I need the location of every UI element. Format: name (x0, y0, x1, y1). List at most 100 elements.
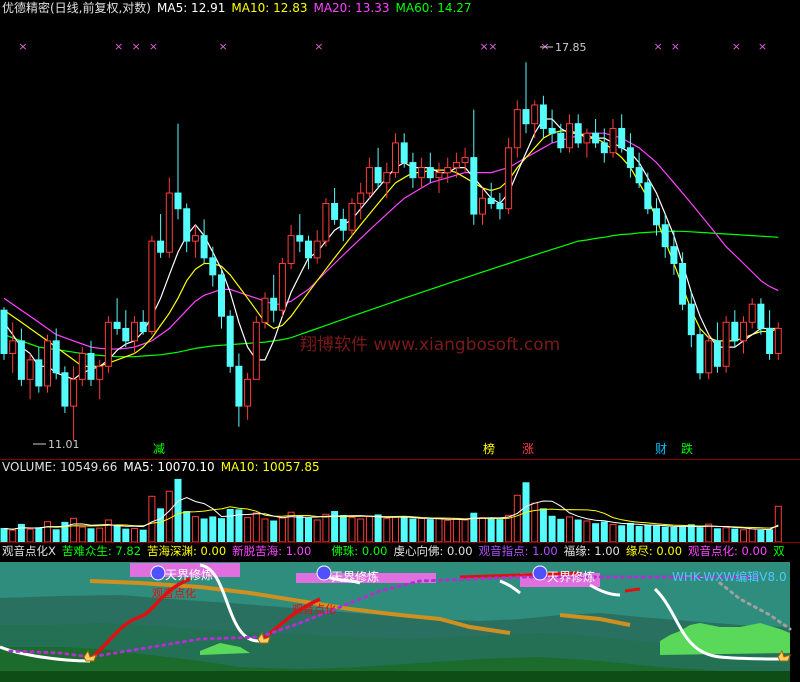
candle-body (87, 352, 95, 380)
candle-body (609, 127, 617, 154)
volume-bar (774, 505, 782, 543)
volume-bar (679, 525, 687, 543)
candle-body (766, 327, 774, 354)
candle-body (104, 321, 112, 367)
candle-body (705, 340, 713, 374)
tianjie-label-2: 天界修炼 (331, 569, 379, 584)
candle-body (531, 104, 539, 125)
ma20-label: MA20: 13.33 (313, 1, 390, 15)
candle-body (0, 309, 8, 354)
candle-body (78, 352, 86, 380)
candle-body (365, 167, 373, 194)
volume-bar (278, 517, 286, 543)
volume-bar (418, 517, 426, 543)
tianjie-label-1: 天界修炼 (165, 567, 213, 582)
guanyin-label-1: 观音点化 (152, 586, 196, 600)
cross-marker: × (314, 40, 323, 53)
candle-body (496, 202, 504, 210)
candle-body (479, 197, 486, 215)
candle-body (635, 167, 643, 184)
candle-body (113, 321, 121, 329)
indicator-chart[interactable]: 天界修炼 天界修炼 天界修炼 观音点化 观音点化 WHK-WXW编辑V8.0 (0, 543, 800, 682)
volume-bar (17, 523, 25, 543)
indicator-item: 虔心向佛: 0.00 (393, 544, 473, 558)
low-price-label: 11.01 (48, 438, 80, 451)
candle-body (218, 274, 225, 317)
tag-zhang: 涨 (522, 441, 534, 456)
volume-bar (122, 528, 130, 543)
volume-bar (305, 517, 312, 543)
candle-body (574, 123, 582, 144)
volume-bar (583, 520, 591, 543)
red-line-4 (624, 587, 641, 593)
indicator-item: 福缘: 1.00 (563, 544, 620, 558)
candle-body (287, 235, 295, 264)
volume-bar (0, 527, 8, 543)
volume-bar (339, 515, 347, 543)
volume-bar (165, 490, 173, 543)
volume-bar (705, 523, 713, 543)
candle-body (70, 378, 78, 407)
volume-bar (722, 527, 730, 543)
candle-body (409, 162, 417, 179)
volume-bar (78, 526, 86, 543)
candle-body (278, 262, 286, 311)
volume-bar (70, 517, 78, 543)
volume-bar (409, 518, 417, 543)
volume-bar (139, 529, 147, 543)
price-header: 优德精密(日线,前复权,对数) MA5: 12.91 MA10: 12.83 MA20… (2, 1, 478, 15)
cross-marker: × (149, 40, 158, 53)
volume-bar (383, 518, 391, 543)
volume-bar (44, 521, 51, 543)
volume-bar (9, 529, 17, 543)
indicator-item: 苦难众生: 7.82 (61, 544, 142, 558)
candle-body (244, 378, 252, 407)
cross-marker: × (219, 40, 228, 53)
volume-bar (131, 527, 138, 543)
candle-body (513, 109, 521, 149)
volume-bar (244, 517, 252, 543)
candlestick-chart[interactable]: 翔博软件 www.xiangbosoft.com × × × × × × × × × × × × × 1… (0, 0, 800, 460)
candle-body (44, 340, 51, 387)
candle-body (731, 321, 739, 342)
candle-body (313, 240, 321, 259)
candle-body (348, 202, 356, 231)
ma5-label: MA5: 12.91 (157, 1, 226, 15)
candle-body (165, 192, 173, 253)
candle-body (653, 208, 660, 226)
indicator-item: 观音指点: 1.00 (478, 544, 558, 558)
candle-body (452, 162, 460, 169)
price-panel[interactable]: 翔博软件 www.xiangbosoft.com × × × × × × × × × × × × × 1… (0, 0, 800, 460)
candle-body (435, 172, 443, 179)
volume-bar (357, 518, 365, 543)
volume-bar (696, 527, 704, 543)
candle-body (383, 172, 391, 184)
volume-bar (653, 525, 660, 543)
volume-bar (426, 519, 434, 543)
indicator-panel[interactable]: 天界修炼 天界修炼 天界修炼 观音点化 观音点化 WHK-WXW编辑V8.0 观… (0, 543, 800, 682)
cross-marker: × (671, 40, 680, 53)
candle-body (592, 132, 600, 144)
tag-bang: 榜 (483, 441, 495, 456)
candle-body (96, 365, 104, 380)
volume-bar (113, 524, 121, 543)
candle-body (583, 132, 591, 144)
candle-body (748, 303, 756, 323)
volume-bar (644, 524, 652, 543)
cross-marker: × (732, 40, 741, 53)
candle-body (470, 157, 478, 215)
volume-bar (148, 495, 156, 543)
candle-body (687, 303, 695, 336)
candle-body (261, 297, 269, 323)
volume-bar (348, 517, 356, 543)
volume-bar (592, 523, 600, 543)
volume-bar (174, 478, 182, 543)
candle-body (52, 340, 60, 374)
tianjie-label-3: 天界修炼 (547, 569, 595, 584)
candle-body (618, 127, 626, 149)
volume-bar (226, 509, 234, 543)
volume-bar (609, 523, 617, 543)
volume-bar (548, 515, 556, 543)
volume-bar (200, 518, 208, 543)
volume-panel[interactable]: VOLUME: 10549.66 MA5: 10070.10 MA10: 10057… (0, 460, 800, 543)
